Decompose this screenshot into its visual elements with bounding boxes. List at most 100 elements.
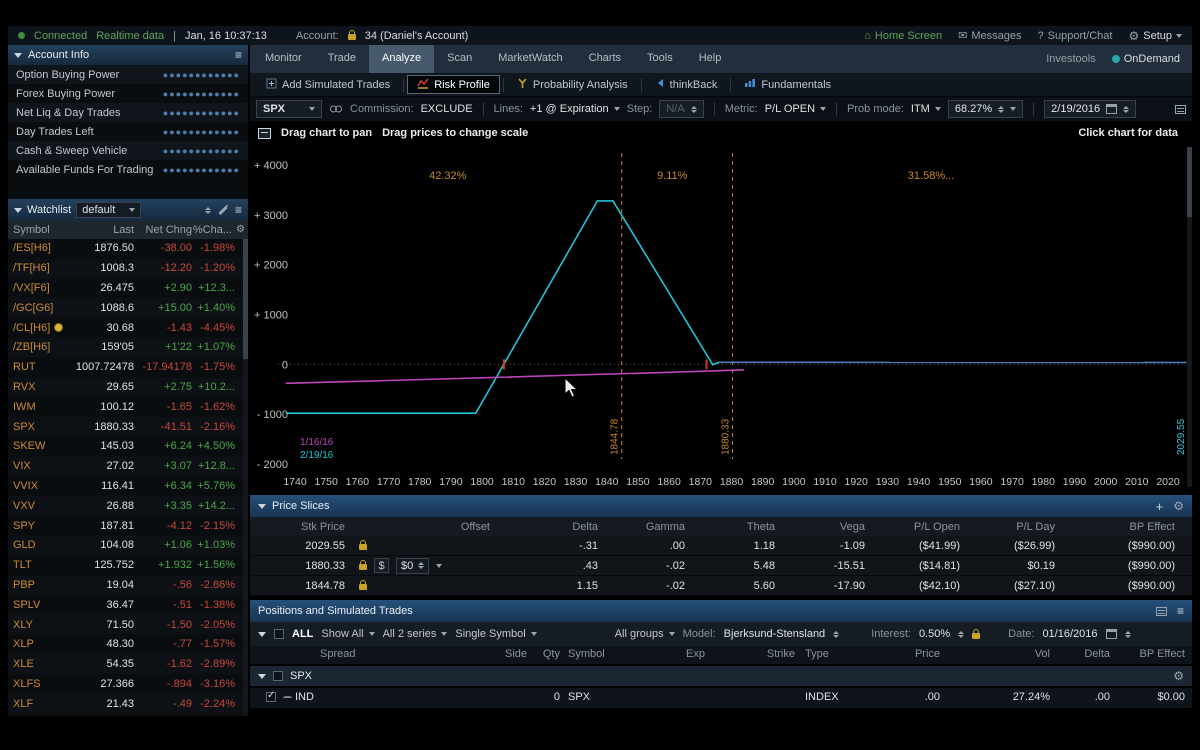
positions-group-row[interactable]: SPX ⚙ <box>250 666 1192 686</box>
watchlist-row[interactable]: XLF 21.43 -.49 -2.24% <box>8 694 248 714</box>
lock-icon[interactable] <box>359 564 367 570</box>
positions-col-header[interactable]: Symbol <box>568 648 605 660</box>
dollar-toggle[interactable]: $ <box>374 558 389 573</box>
watchlist-row[interactable]: VVIX 116.41 +6.34 +5.76% <box>8 477 248 497</box>
positions-data-row[interactable]: IND0SPXINDEX.0027.24%.00$0.00 <box>250 688 1192 708</box>
account-info-header[interactable]: Account Info ≡ <box>8 45 248 65</box>
chart-mode-icon[interactable] <box>258 128 271 139</box>
risk-profile-chart[interactable]: Drag chart to pan Drag prices to change … <box>250 121 1192 495</box>
price-slices-header[interactable]: Price Slices + ⚙ <box>250 495 1192 517</box>
slices-col-header[interactable]: BP Effect <box>1055 521 1175 533</box>
positions-col-header[interactable]: Exp <box>655 648 705 660</box>
watchlist-row[interactable]: XLE 54.35 -1.62 -2.89% <box>8 655 248 675</box>
menu-icon[interactable]: ≡ <box>235 204 242 216</box>
watchlist-row[interactable]: /VX[F6] 26.475 +2.90 +12.3... <box>8 279 248 299</box>
stepper-icon[interactable] <box>958 631 964 638</box>
model-value[interactable]: Bjerksund-Stensland <box>724 628 826 640</box>
watchlist-row[interactable]: XLFS 27.366 -.894 -3.16% <box>8 675 248 695</box>
gear-icon[interactable]: ⚙ <box>236 225 245 235</box>
calendar-icon[interactable] <box>1106 104 1117 114</box>
tab-analyze[interactable]: Analyze <box>369 45 434 73</box>
prob-mode-selector[interactable]: ITM <box>911 103 941 115</box>
tab-help[interactable]: Help <box>686 45 735 73</box>
layout-icon[interactable] <box>1156 607 1167 616</box>
expiration-date-input[interactable]: 2/19/2016 <box>1044 100 1136 118</box>
watchlist-row[interactable]: RVX 29.65 +2.75 +10.2... <box>8 378 248 398</box>
metric-selector[interactable]: P/L OPEN <box>765 103 826 115</box>
gear-icon[interactable]: ⚙ <box>1173 670 1184 682</box>
series-selector[interactable]: All 2 series <box>383 628 448 640</box>
tab-trade[interactable]: Trade <box>315 45 369 73</box>
add-slice-icon[interactable]: + <box>1156 500 1164 513</box>
menu-icon[interactable]: ≡ <box>1177 605 1184 617</box>
layout-icon[interactable] <box>1175 105 1186 114</box>
symbol-selector[interactable]: SPX <box>256 100 322 118</box>
risk-profile-button[interactable]: Risk Profile <box>407 75 500 94</box>
setup-button[interactable]: ⚙Setup <box>1128 30 1182 42</box>
menu-icon[interactable]: ≡ <box>235 49 242 61</box>
stepper-icon[interactable] <box>691 106 697 113</box>
watchlist-selector[interactable]: default <box>76 202 141 218</box>
gear-icon[interactable]: ⚙ <box>1173 500 1184 512</box>
slices-col-header[interactable]: Theta <box>685 521 775 533</box>
watchlist-row[interactable]: SPY 187.81 -4.12 -2.15% <box>8 516 248 536</box>
collapse-icon[interactable] <box>258 504 266 509</box>
messages-button[interactable]: ✉Messages <box>958 29 1021 42</box>
support-chat-button[interactable]: ?Support/Chat <box>1038 30 1113 42</box>
price-slice-row[interactable]: 1880.33 $ $0 .43-.025.48-15.51($14.81)$0… <box>250 556 1192 576</box>
watchlist-row[interactable]: VXV 26.88 +3.35 +14.2... <box>8 496 248 516</box>
ondemand-button[interactable]: OnDemand <box>1112 53 1180 65</box>
watchlist-row[interactable]: TLT 125.752 +1.932 +1.56% <box>8 556 248 576</box>
home-screen-button[interactable]: ⌂Home Screen <box>864 30 942 42</box>
slices-col-header[interactable]: Offset <box>345 521 490 533</box>
collapse-icon[interactable] <box>14 208 22 213</box>
positions-col-header[interactable]: Spread <box>320 648 355 660</box>
slices-col-header[interactable]: Vega <box>775 521 865 533</box>
slices-col-header[interactable]: P/L Day <box>960 521 1055 533</box>
investools-link[interactable]: Investools <box>1046 53 1096 65</box>
watchlist-col-header[interactable]: Last <box>74 224 134 236</box>
stepper-icon[interactable] <box>998 106 1004 113</box>
collapse-icon[interactable] <box>258 632 266 637</box>
chart-canvas[interactable]: + 4000+ 3000+ 2000+ 10000- 1000- 2000174… <box>250 147 1192 495</box>
positions-col-header[interactable]: Vol <box>972 648 1050 660</box>
watchlist-row[interactable]: XLP 48.30 -.77 -1.57% <box>8 635 248 655</box>
probability-analysis-button[interactable]: Probability Analysis <box>507 75 638 94</box>
positions-col-header[interactable]: Strike <box>745 648 795 660</box>
thinkback-button[interactable]: thinkBack <box>645 75 728 94</box>
lock-icon[interactable] <box>359 584 367 590</box>
interest-value[interactable]: 0.50% <box>919 628 950 640</box>
watchlist-row[interactable]: /CL[H6] 30.68 -1.43 -4.45% <box>8 318 248 338</box>
fundamentals-button[interactable]: Fundamentals <box>734 75 841 94</box>
slices-col-header[interactable]: Gamma <box>598 521 685 533</box>
lock-icon[interactable] <box>359 544 367 550</box>
slices-col-header[interactable]: Stk Price <box>250 521 345 533</box>
tab-marketwatch[interactable]: MarketWatch <box>485 45 575 73</box>
stepper-icon[interactable] <box>833 631 839 638</box>
watchlist-col-header[interactable]: Symbol <box>8 224 74 236</box>
watchlist-row[interactable]: RUT 1007.72478 -17.94178 -1.75% <box>8 358 248 378</box>
stepper-icon[interactable] <box>418 562 424 569</box>
positions-col-header[interactable]: BP Effect <box>1095 648 1185 660</box>
chevron-down-icon[interactable] <box>436 564 442 568</box>
watchlist-row[interactable]: /TF[H6] 1008.3 -12.20 -1.20% <box>8 259 248 279</box>
group-checkbox[interactable] <box>273 671 283 681</box>
watchlist-col-header[interactable]: %Cha... <box>192 224 232 236</box>
select-all-checkbox[interactable] <box>274 629 284 639</box>
commission-value[interactable]: EXCLUDE <box>421 103 473 115</box>
edit-icon[interactable] <box>218 205 227 214</box>
collapse-icon[interactable] <box>258 674 266 679</box>
positions-col-header[interactable]: Qty <box>512 648 560 660</box>
watchlist-row[interactable]: SPX 1880.33 -41.51 -2.16% <box>8 417 248 437</box>
lock-icon[interactable] <box>972 633 980 639</box>
watchlist-row[interactable]: SPLV 36.47 -.51 -1.38% <box>8 595 248 615</box>
show-all-selector[interactable]: Show All <box>321 628 374 640</box>
price-slice-row[interactable]: 1844.78 1.15-.025.60-17.90($42.10)($27.1… <box>250 576 1192 596</box>
link-icon[interactable] <box>329 103 343 115</box>
slices-col-header[interactable]: P/L Open <box>865 521 960 533</box>
watchlist-row[interactable]: /GC[G6] 1088.6 +15.00 +1.40% <box>8 298 248 318</box>
watchlist-header[interactable]: Watchlist default ≡ <box>8 199 248 221</box>
row-checkbox[interactable] <box>266 692 276 702</box>
calendar-icon[interactable] <box>1106 629 1117 639</box>
watchlist-row[interactable]: /ES[H6] 1876.50 -38.00 -1.98% <box>8 239 248 259</box>
